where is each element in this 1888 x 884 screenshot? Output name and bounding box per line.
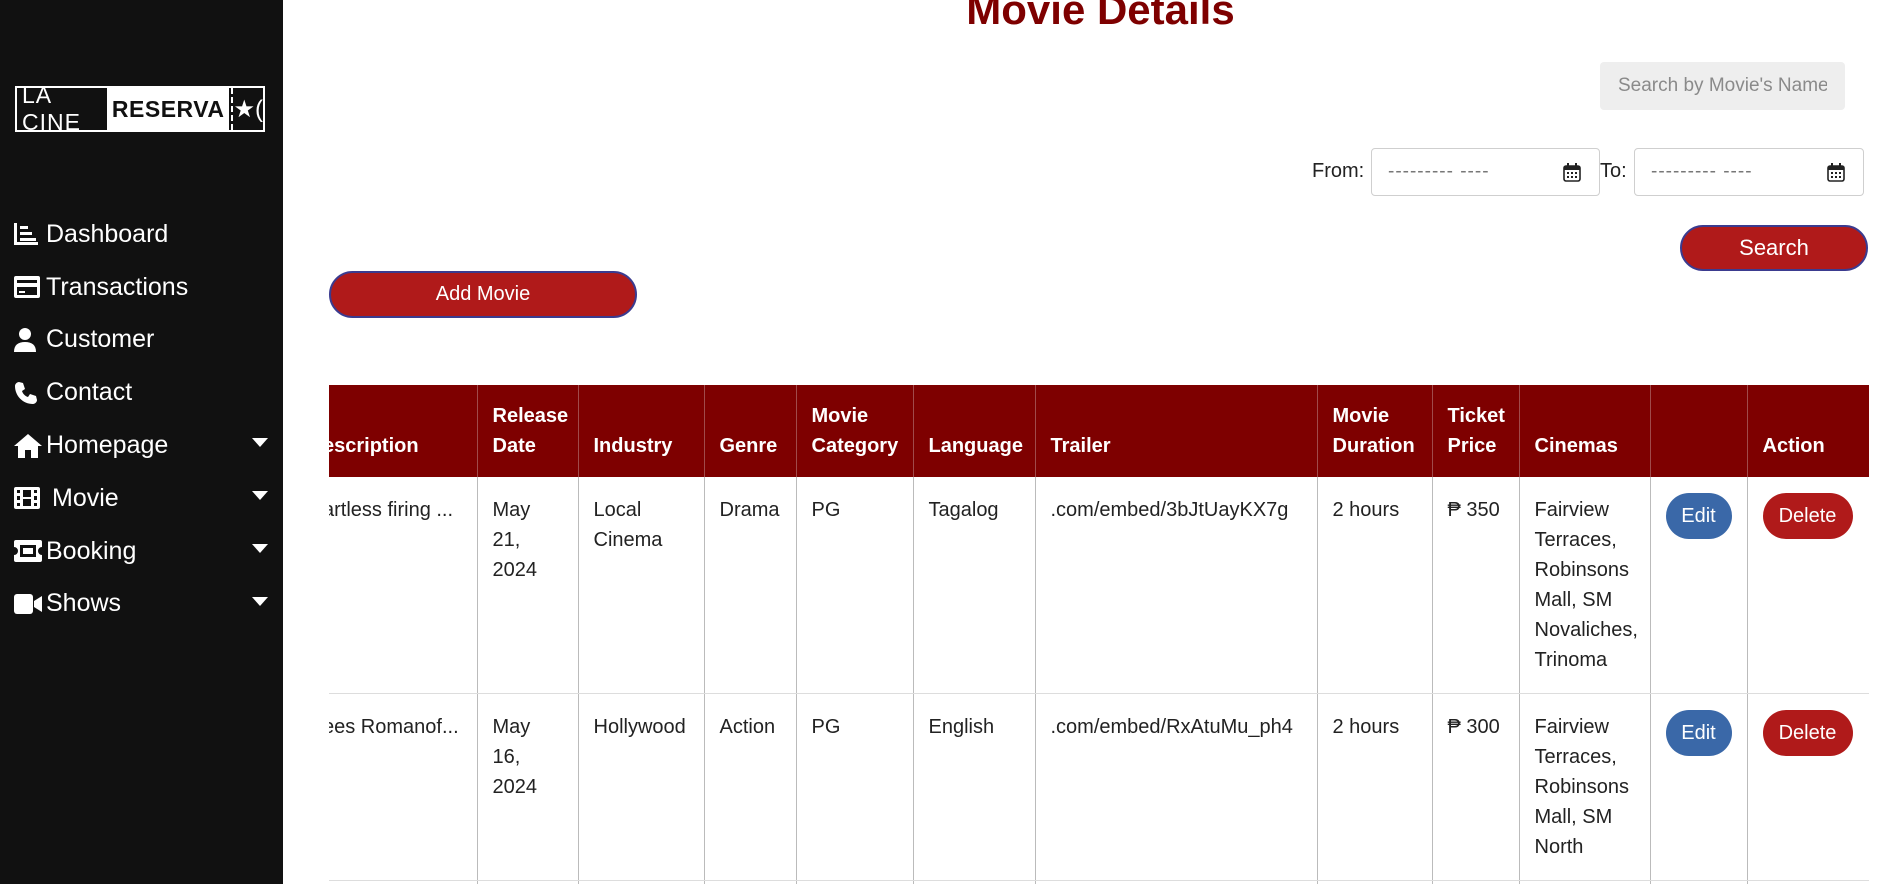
cell-description: artless firing ... — [329, 477, 478, 694]
phone-icon — [14, 381, 42, 405]
date-placeholder: --------- ---- — [1651, 161, 1753, 182]
sidebar-item-customer[interactable]: Customer — [14, 314, 274, 367]
edit-button[interactable]: Edit — [1665, 493, 1732, 539]
brand-logo[interactable]: LA CINE RESERVA ★( — [15, 86, 265, 132]
sidebar-item-label: Contact — [46, 378, 133, 407]
movie-table-container[interactable]: escription Release Date Industry Genre M… — [329, 385, 1869, 884]
to-date-field[interactable]: --------- ---- — [1634, 148, 1864, 196]
movie-table: escription Release Date Industry Genre M… — [329, 385, 1869, 884]
cell-genre: Drama — [704, 477, 797, 694]
cell-cinemas: Fairview Terraces, Robinsons Mall, SM No… — [1519, 477, 1651, 694]
search-button[interactable]: Search — [1680, 225, 1868, 271]
search-input[interactable] — [1600, 62, 1845, 110]
cell-edit: Edit — [1650, 477, 1748, 694]
chevron-down-icon[interactable] — [252, 596, 268, 606]
cell-price: ₱ 350 — [1432, 477, 1520, 694]
to-label: To: — [1600, 160, 1627, 182]
sidebar-item-label: Transactions — [46, 272, 189, 301]
cell-release-date: May 21, 2024 — [477, 477, 579, 694]
column-header-industry[interactable]: Industry — [578, 385, 705, 477]
cell-action: Delete — [1747, 477, 1869, 694]
logo-text-part1: LA CINE — [22, 86, 81, 132]
add-movie-button[interactable]: Add Movie — [329, 271, 637, 318]
edit-button[interactable]: Edit — [1665, 710, 1732, 756]
film-icon — [14, 487, 42, 510]
cell-description: ees Romanof... — [329, 693, 478, 881]
column-header-trailer[interactable]: Trailer — [1035, 385, 1318, 477]
sidebar-nav: Dashboard Transactions Customer Contact … — [14, 208, 274, 630]
column-header-movie-category[interactable]: Movie Category — [796, 385, 914, 477]
cell-duration: 2 hours — [1317, 693, 1433, 881]
calendar-icon[interactable] — [1563, 163, 1581, 182]
cell-edit: Edit — [1650, 693, 1748, 881]
chevron-down-icon[interactable] — [252, 490, 268, 500]
cell-category: PG — [796, 693, 914, 881]
sidebar-item-transactions[interactable]: Transactions — [14, 261, 274, 314]
cell-trailer: .com/embed/3bJtUayKX7g — [1035, 477, 1318, 694]
date-placeholder: --------- ---- — [1388, 161, 1490, 182]
sidebar-item-shows[interactable]: Shows — [14, 578, 274, 631]
column-header-language[interactable]: Language — [913, 385, 1036, 477]
sidebar: LA CINE RESERVA ★( Dashboard Transaction… — [0, 0, 283, 884]
sidebar-item-movie[interactable]: Movie — [14, 472, 274, 525]
cell-genre: Action — [704, 693, 797, 881]
column-header-cinemas[interactable]: Cinemas — [1519, 385, 1651, 477]
calendar-icon[interactable] — [1827, 163, 1845, 182]
sidebar-item-booking[interactable]: Booking — [14, 525, 274, 578]
sidebar-item-label: Movie — [52, 483, 119, 512]
cell-release-date: May 16, 2024 — [477, 693, 579, 881]
column-header-genre[interactable]: Genre — [704, 385, 797, 477]
sidebar-item-label: Homepage — [46, 431, 169, 460]
delete-button[interactable]: Delete — [1762, 710, 1853, 756]
cell-industry: Hollywood — [578, 693, 705, 881]
table-row: artless firing ... May 21, 2024 Local Ci… — [329, 477, 1869, 694]
sidebar-item-homepage[interactable]: Homepage — [14, 419, 274, 472]
column-header-action[interactable]: Action — [1747, 385, 1869, 477]
cell-cinemas: Fairview Terraces, Robinsons Mall, SM No… — [1519, 693, 1651, 881]
cell-language: Tagalog — [913, 477, 1036, 694]
user-icon — [14, 327, 42, 352]
logo-text-part2: RESERVA — [106, 88, 230, 130]
page-title: Movie Details — [966, 0, 1235, 33]
column-header-ticket-price[interactable]: Ticket Price — [1432, 385, 1520, 477]
column-header-movie-duration[interactable]: Movie Duration — [1317, 385, 1433, 477]
column-header-description[interactable]: escription — [329, 385, 478, 477]
column-header-release-date[interactable]: Release Date — [477, 385, 579, 477]
table-row — [329, 880, 1869, 884]
cell-action: Delete — [1747, 693, 1869, 881]
chevron-down-icon[interactable] — [252, 543, 268, 553]
chevron-down-icon[interactable] — [252, 438, 268, 448]
home-icon — [14, 433, 42, 458]
sidebar-item-label: Booking — [46, 536, 137, 565]
ticket-icon — [14, 540, 42, 563]
main-content: Movie Details From: --------- ---- To: -… — [283, 0, 1888, 884]
sidebar-item-label: Dashboard — [46, 219, 169, 248]
sidebar-item-dashboard[interactable]: Dashboard — [14, 208, 274, 261]
video-icon — [14, 593, 42, 614]
sidebar-item-label: Shows — [46, 589, 122, 618]
column-header-edit — [1650, 385, 1748, 477]
table-row: ees Romanof... May 16, 2024 Hollywood Ac… — [329, 693, 1869, 881]
sidebar-item-label: Customer — [46, 325, 155, 354]
cell-trailer: .com/embed/RxAtuMu_ph4 — [1035, 693, 1318, 881]
cell-duration: 2 hours — [1317, 477, 1433, 694]
table-header-row: escription Release Date Industry Genre M… — [329, 385, 1869, 477]
cell-industry: Local Cinema — [578, 477, 705, 694]
from-date-field[interactable]: --------- ---- — [1371, 148, 1600, 196]
chart-icon — [14, 223, 42, 246]
sidebar-item-contact[interactable]: Contact — [14, 366, 274, 419]
cell-category: PG — [796, 477, 914, 694]
cell-language: English — [913, 693, 1036, 881]
from-label: From: — [1312, 160, 1365, 182]
cell-price: ₱ 300 — [1432, 693, 1520, 881]
credit-card-icon — [14, 276, 42, 299]
logo-ticket-star: ★( — [231, 88, 263, 130]
delete-button[interactable]: Delete — [1762, 493, 1853, 539]
